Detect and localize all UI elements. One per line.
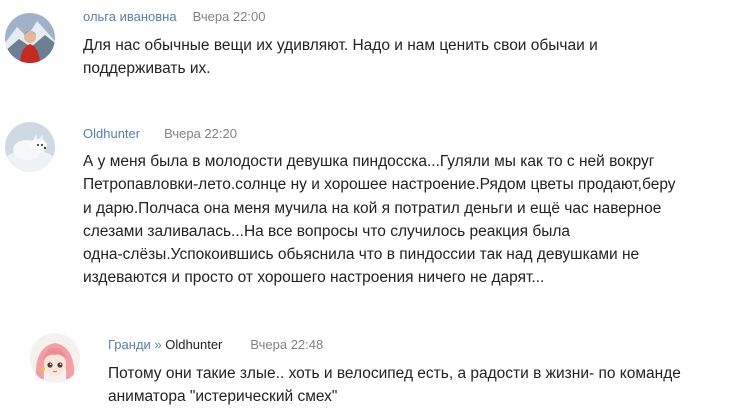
comment-text-line: поддерживать их. [83,60,211,78]
user-avatar[interactable] [5,122,55,172]
comment-text-line: слезами заливалась...На все вопросы что … [83,222,571,240]
comment-text-line: Для нас обычные вещи их удивляют. Надо и… [83,37,598,54]
reply-comment-item: Гранди » Oldhunter Вчера 22:48 Потому они… [0,320,751,415]
comment-timestamp[interactable]: Вчера 22:20 [164,126,237,141]
arctic-fox-icon [5,122,55,172]
comment-text: Для нас обычные вещи их удивляют. Надо и… [83,34,598,81]
comment-text-line: одна-слёзы.Успокоившись обьяснила что в … [83,246,640,264]
comment-item: Oldhunter Вчера 22:20 А у меня была в мол… [0,110,751,300]
comment-text-line: Потому они такие злые.. хоть и велосипед… [108,365,681,382]
comment-meta: Гранди » Oldhunter Вчера 22:48 [108,337,323,353]
comment-text-line: и дарю.Полчаса она меня мучила на кой я … [83,199,662,217]
user-avatar[interactable] [5,13,55,63]
comment-text-line: Петропавловки-лето.солнце ну и хорошее н… [83,176,676,194]
user-photo-icon [5,13,55,63]
comment-timestamp[interactable]: Вчера 22:48 [250,337,323,352]
comment-text-line: издеваются и просто от хорошего настроен… [83,269,545,287]
author-link[interactable]: Oldhunter [83,126,140,141]
comment-item: ольга ивановна Вчера 22:00 Для нас обычны… [0,0,751,95]
author-link[interactable]: ольга ивановна [83,9,177,24]
reply-to-link[interactable]: Oldhunter [165,337,222,352]
author-link[interactable]: Гранди [108,337,151,352]
comment-meta: Oldhunter Вчера 22:20 [83,126,237,142]
comment-text-line: аниматора "истерический смех" [108,388,338,406]
comment-text: Потому они такие злые.. хоть и велосипед… [108,362,681,409]
comment-meta: ольга ивановна Вчера 22:00 [83,9,265,25]
anime-girl-icon [30,333,80,383]
comment-text: А у меня была в молодости девушка пиндос… [83,150,676,290]
reply-separator: » [154,337,162,352]
comment-timestamp[interactable]: Вчера 22:00 [193,9,266,24]
user-avatar[interactable] [30,333,80,383]
comment-text-line: А у меня была в молодости девушка пиндос… [83,153,655,170]
